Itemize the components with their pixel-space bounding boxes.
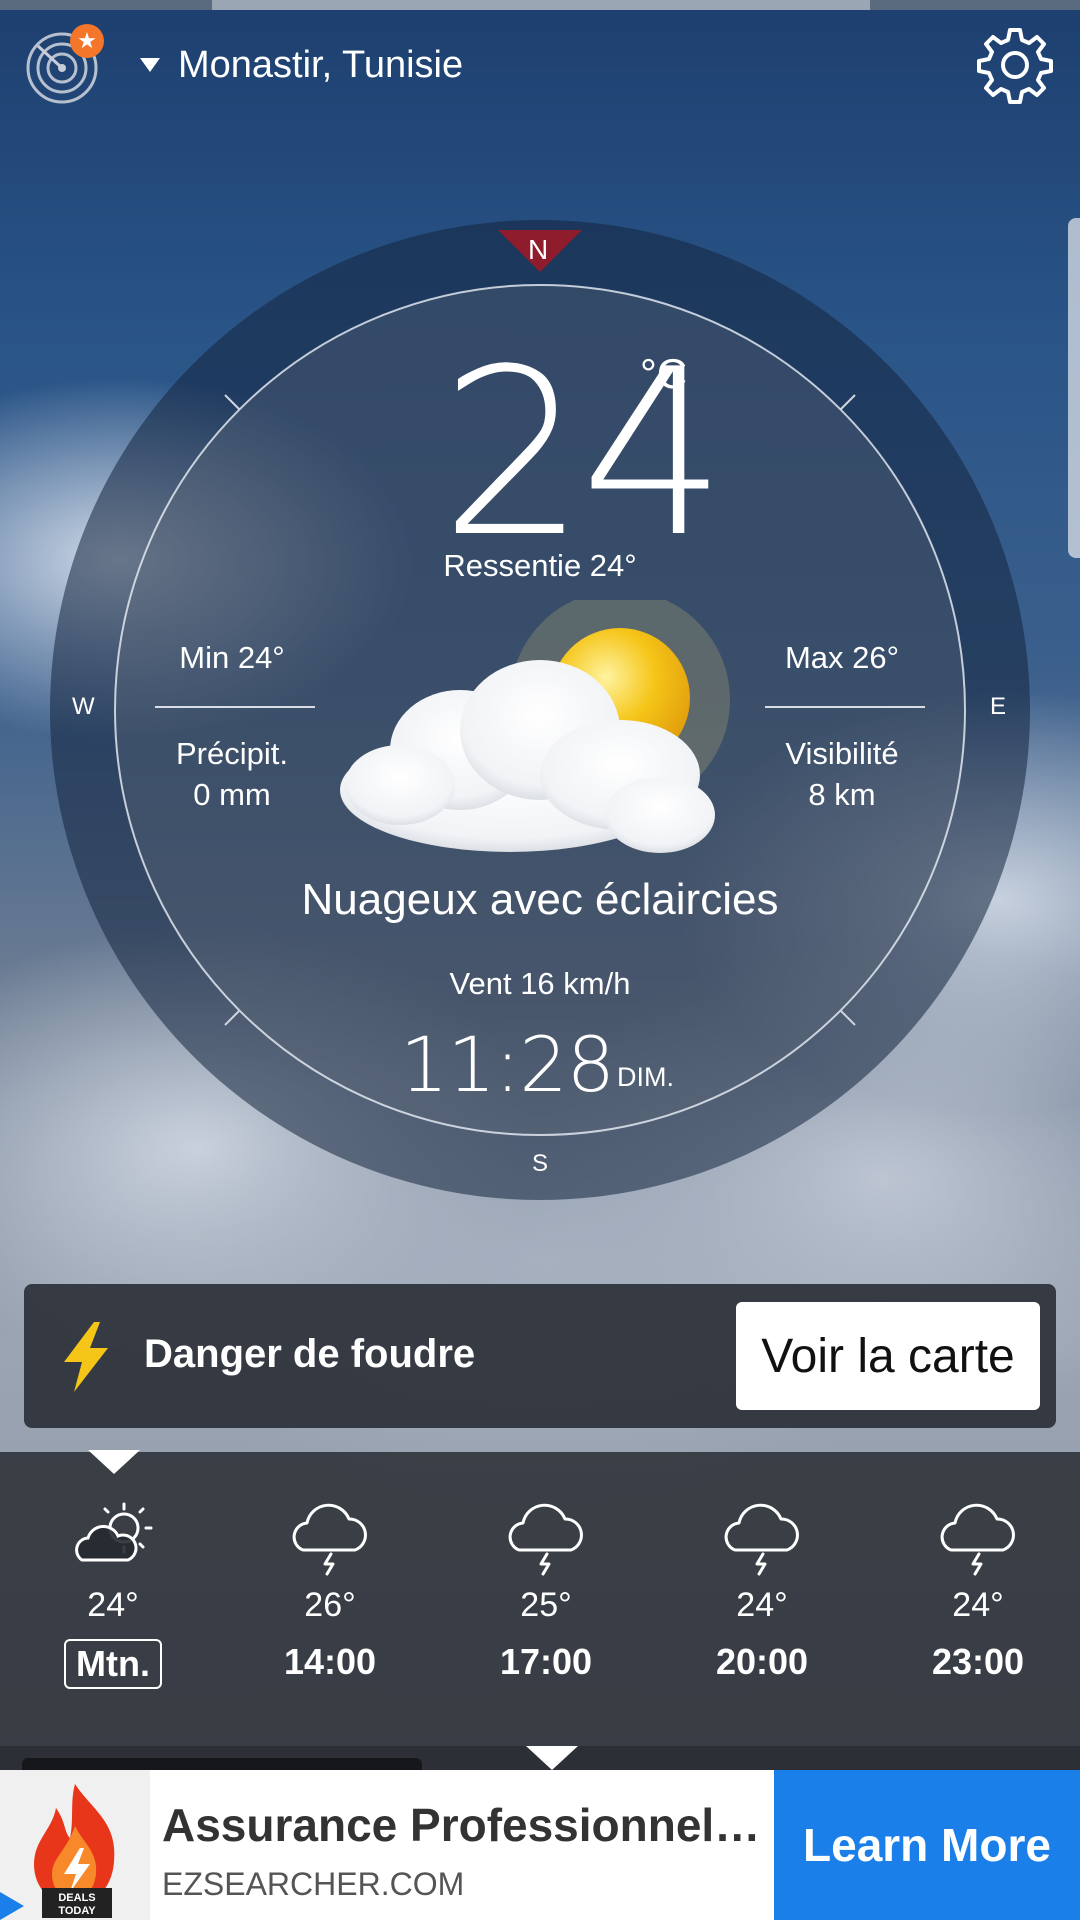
daily-forecast-strip[interactable]: [0, 1746, 1080, 1770]
weather-screen: ★ Monastir, Tunisie N S E W 24 °C Ressen…: [0, 0, 1080, 1920]
ad-title[interactable]: Assurance Professionnelle Pas Chère: [162, 1798, 762, 1852]
page-indicator: [0, 0, 1080, 10]
hourly-item[interactable]: 24° Mtn.: [23, 1498, 203, 1689]
ad-banner[interactable]: DEALS TODAY Assurance Professionnelle Pa…: [0, 1770, 1080, 1920]
hourly-temp: 24°: [87, 1586, 139, 1624]
hourly-time: 20:00: [715, 1641, 809, 1682]
feels-like: Ressentie 24°: [443, 548, 637, 583]
partly-sunny-icon: [75, 1502, 153, 1562]
hourly-time: Mtn.: [64, 1639, 162, 1689]
compass-north: N: [528, 234, 549, 265]
hourly-temp: 26°: [304, 1586, 356, 1624]
lightning-alert-banner: Danger de foudre Voir la carte: [24, 1284, 1056, 1428]
deals-fire-icon: DEALS TODAY: [0, 1784, 115, 1920]
page-indicator-active: [212, 0, 870, 10]
daily-tab-thumb: [22, 1758, 422, 1770]
condition-text: Nuageux avec éclaircies: [301, 875, 779, 924]
thunder-cloud-icon: [508, 1503, 583, 1576]
hourly-item[interactable]: 24° 20:00: [672, 1498, 852, 1685]
thunder-cloud-icon: [292, 1503, 367, 1576]
ad-badge-line1: DEALS: [58, 1892, 95, 1904]
hourly-time: 17:00: [499, 1641, 593, 1682]
ad-badge-line2: TODAY: [58, 1905, 96, 1917]
selected-hour-pointer: [88, 1450, 140, 1474]
compass-dial: N S E W 24 °C Ressentie 24° Min 24° Max …: [50, 220, 1030, 1200]
current-time: 11:28: [400, 1020, 615, 1109]
view-map-button[interactable]: Voir la carte: [736, 1302, 1040, 1410]
compass-east: E: [990, 693, 1007, 720]
alert-label: Danger de foudre: [144, 1332, 476, 1376]
settings-button[interactable]: [974, 24, 1056, 106]
favorite-star-icon: ★: [70, 24, 104, 58]
ad-url: EZSEARCHER.COM: [162, 1866, 465, 1902]
hourly-forecast: 24° Mtn. 26° 14:00 25° 17:00 24° 20:00 2…: [0, 1450, 1080, 1746]
hourly-item[interactable]: 25° 17:00: [456, 1498, 636, 1685]
lightning-bolt-icon: [64, 1322, 108, 1392]
temperature-unit: °C: [640, 350, 688, 397]
partly-cloudy-icon: [340, 600, 730, 853]
precip-label: Précipit.: [176, 736, 288, 771]
hourly-temp: 24°: [736, 1586, 788, 1624]
precip-value: 0 mm: [193, 777, 271, 812]
expand-pointer: [526, 1746, 578, 1770]
hourly-item[interactable]: 24° 23:00: [888, 1498, 1068, 1685]
thunder-cloud-icon: [724, 1503, 799, 1576]
hourly-time: 23:00: [931, 1641, 1025, 1682]
side-panel-handle[interactable]: [1068, 218, 1080, 558]
compass-south: S: [532, 1150, 549, 1177]
compass-west: W: [72, 693, 95, 720]
dropdown-arrow-icon: [140, 58, 160, 72]
ad-logo: DEALS TODAY: [0, 1770, 150, 1920]
location-selector[interactable]: Monastir, Tunisie: [140, 40, 463, 90]
min-temperature: Min 24°: [179, 640, 285, 675]
learn-more-button[interactable]: Learn More: [774, 1770, 1080, 1920]
thunder-cloud-icon: [940, 1503, 1015, 1576]
hourly-time: 14:00: [283, 1641, 377, 1682]
hourly-item[interactable]: 26° 14:00: [240, 1498, 420, 1685]
hourly-temp: 25°: [520, 1586, 572, 1624]
location-name: Monastir, Tunisie: [178, 43, 464, 86]
wind-speed: Vent 16 km/h: [449, 966, 631, 1001]
gear-icon: [977, 28, 1053, 104]
current-day: DIM.: [617, 1062, 674, 1092]
hourly-temp: 24°: [952, 1586, 1004, 1624]
